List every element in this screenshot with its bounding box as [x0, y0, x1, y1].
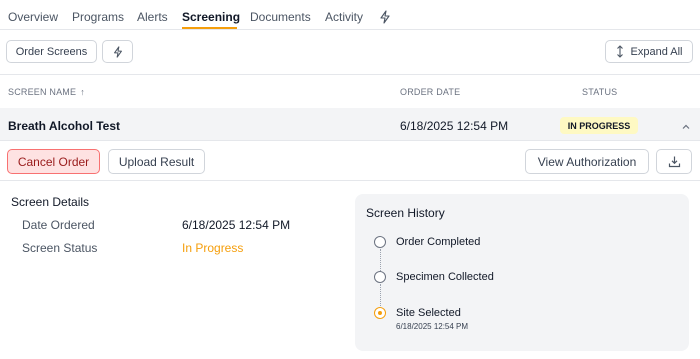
column-header-screen-name[interactable]: SCREEN NAME ↑ [8, 87, 85, 97]
order-screens-button[interactable]: Order Screens [6, 40, 97, 63]
screen-status-value: In Progress [182, 241, 244, 255]
download-button[interactable] [656, 149, 692, 174]
active-tab-indicator [182, 27, 237, 29]
upload-result-button[interactable]: Upload Result [108, 149, 205, 174]
tab-alerts[interactable]: Alerts [137, 10, 168, 24]
expand-vertical-icon [616, 45, 624, 58]
timeline-connector [380, 249, 381, 271]
screen-history-title: Screen History [366, 206, 445, 220]
history-item-timestamp: 6/18/2025 12:54 PM [396, 322, 469, 331]
tab-documents[interactable]: Documents [250, 10, 311, 24]
timeline-dot [374, 271, 386, 283]
timeline-connector [380, 284, 381, 306]
date-ordered-value: 6/18/2025 12:54 PM [182, 218, 291, 232]
tab-programs[interactable]: Programs [72, 10, 124, 24]
tab-bar: Overview Programs Alerts Screening Docum… [0, 0, 700, 30]
timeline-dot-active [374, 307, 386, 319]
screen-name: Breath Alcohol Test [8, 119, 121, 133]
chevron-up-icon[interactable] [680, 120, 692, 132]
expand-all-label: Expand All [630, 45, 683, 58]
timeline-dot [374, 236, 386, 248]
column-header-status[interactable]: STATUS [582, 87, 617, 97]
bolt-icon[interactable] [378, 10, 392, 24]
tab-screening[interactable]: Screening [182, 10, 240, 24]
status-badge: IN PROGRESS [560, 117, 638, 134]
history-item-site-selected: Site Selected [396, 307, 461, 319]
tab-activity[interactable]: Activity [325, 10, 363, 24]
expand-all-button[interactable]: Expand All [605, 40, 693, 63]
screen-details-title: Screen Details [11, 195, 90, 209]
quick-action-button[interactable] [102, 40, 133, 63]
cancel-order-button[interactable]: Cancel Order [7, 149, 100, 174]
history-item-order-completed: Order Completed [396, 236, 481, 248]
bolt-icon [112, 45, 124, 58]
tab-overview[interactable]: Overview [8, 10, 58, 24]
view-authorization-button[interactable]: View Authorization [525, 149, 649, 174]
divider [0, 74, 700, 75]
history-item-specimen-collected: Specimen Collected [396, 271, 494, 283]
download-icon [668, 155, 681, 168]
order-date: 6/18/2025 12:54 PM [400, 119, 509, 133]
sort-ascending-icon: ↑ [80, 87, 85, 97]
divider [0, 180, 700, 181]
date-ordered-label: Date Ordered [22, 218, 95, 232]
screen-status-label: Screen Status [22, 241, 98, 255]
column-header-order-date[interactable]: ORDER DATE [400, 87, 460, 97]
